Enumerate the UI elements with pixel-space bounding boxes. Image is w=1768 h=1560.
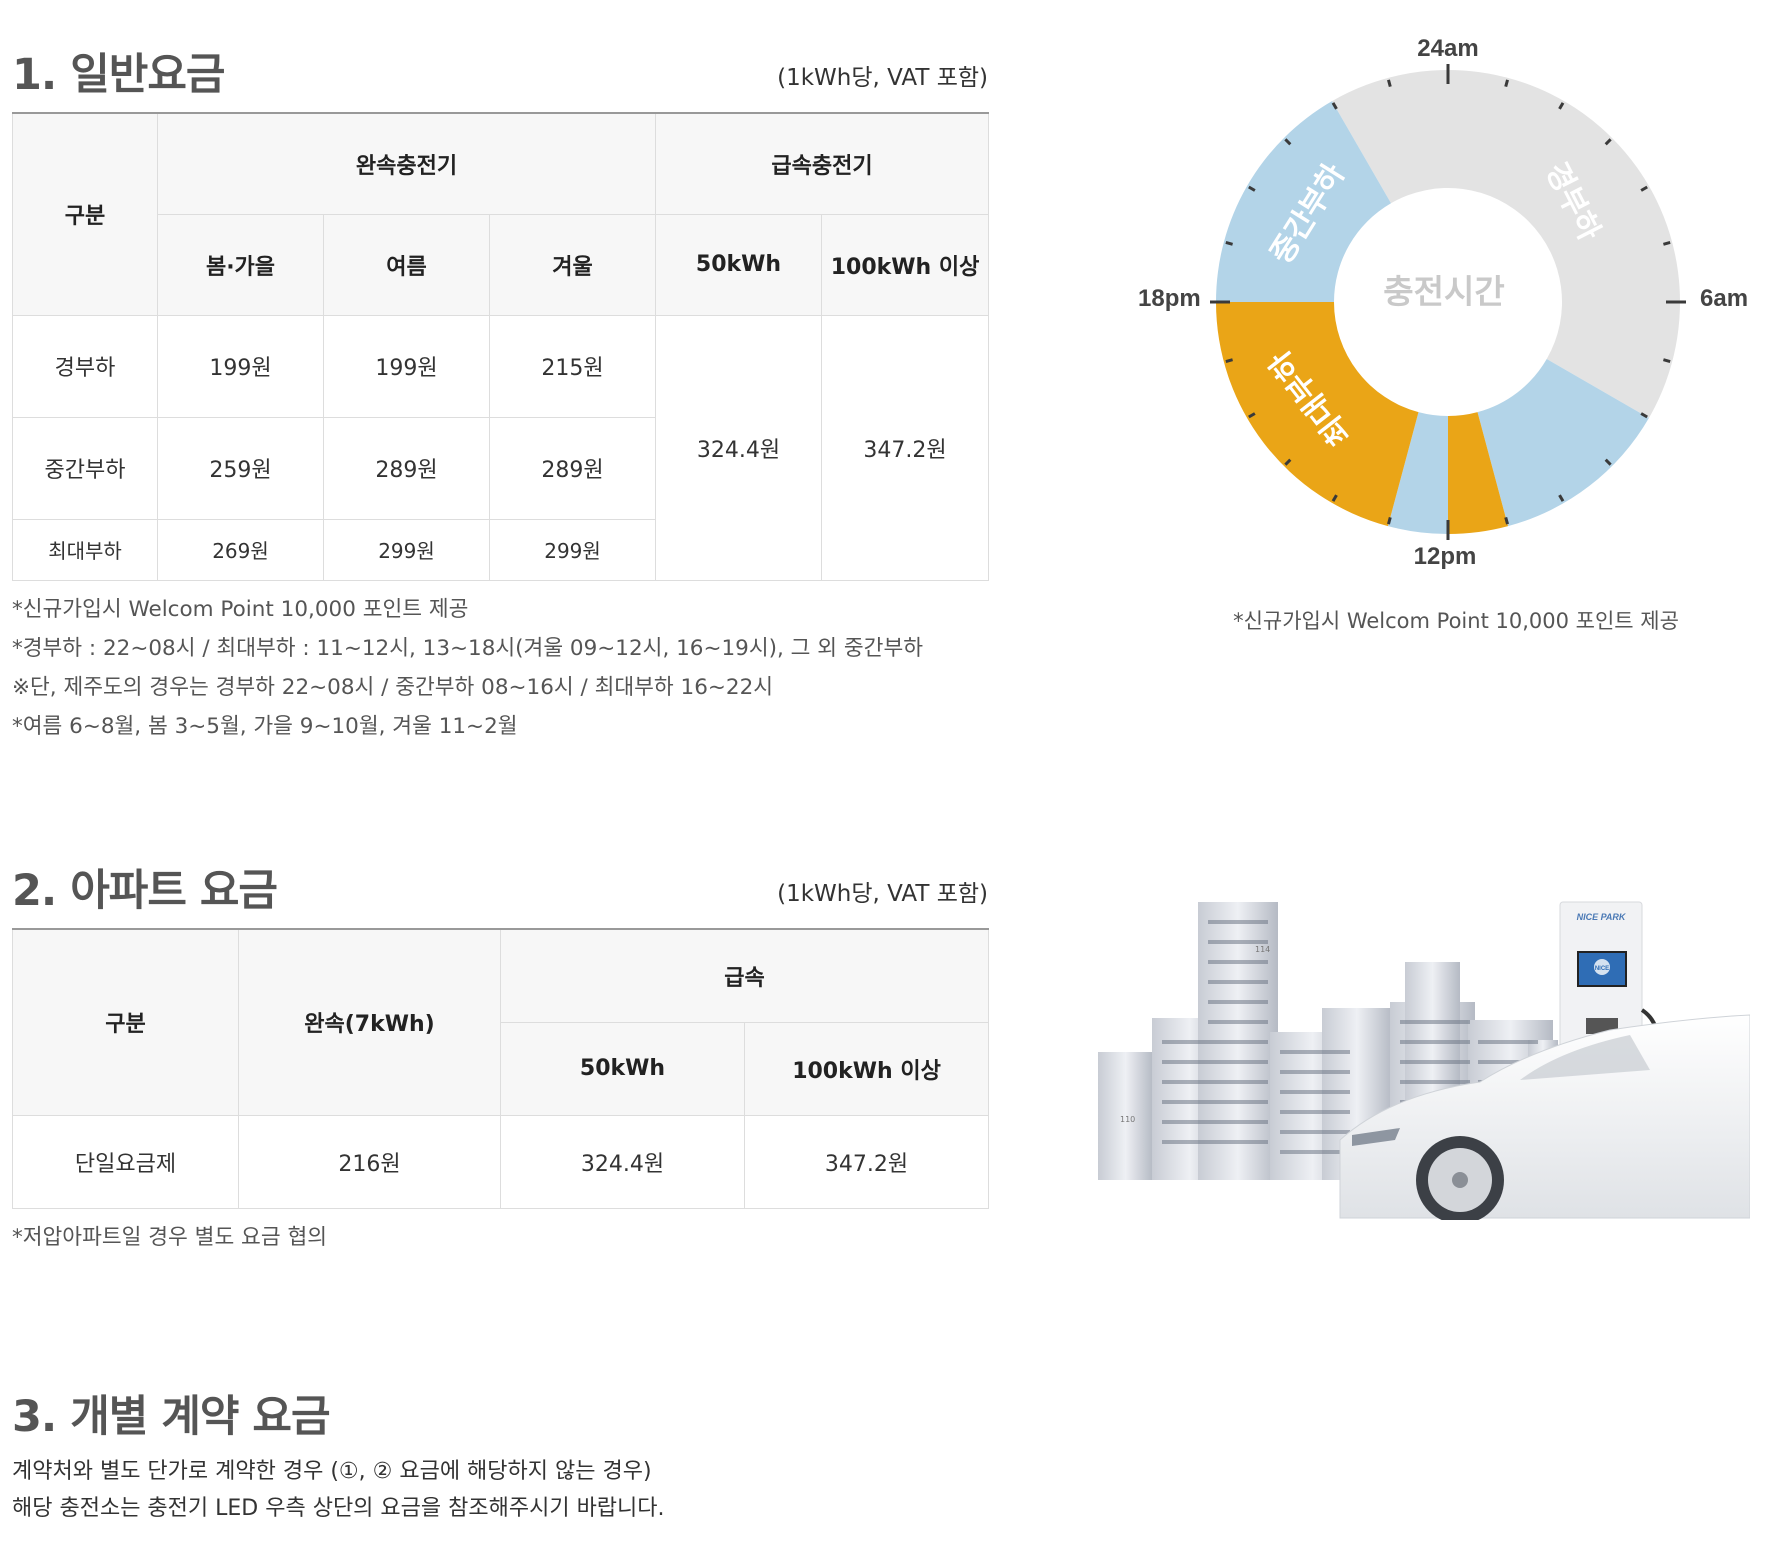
col-header-slow-charger: 완속충전기 [156,112,657,215]
charger-screen-text: NICE [1595,966,1609,972]
off-peak-summer-price: 199원 [323,314,490,418]
charging-time-clock: 24am 6am 12pm 18pm 충전시간 경부하 중간부하 최대부하 *신… [1138,35,1748,633]
clock-label-left: 18pm [1138,285,1201,312]
individual-section-title: 3. 개별 계약 요금 [12,1392,331,1442]
table-row-off-peak: 경부하 199원 199원 215원 324.4원 347.2원 [12,314,990,581]
apt-row-label: 단일요금제 [12,1114,239,1209]
fast-100-price: 347.2원 [821,314,990,581]
clock-tick-1 [1504,79,1509,87]
clock-tick-5 [1663,241,1671,246]
clock-tick-11 [1504,517,1509,525]
clock-tick-17 [1225,358,1233,363]
mid-peak-summer-price: 289원 [323,416,490,520]
clock-segment-off-0 [1332,69,1680,419]
general-note-jeju: ※단, 제주도의 경우는 경부하 22~08시 / 중간부하 08~16시 / … [12,675,774,700]
col-header-winter: 겨울 [488,213,657,316]
apartment-section-title: 2. 아파트 요금 [12,866,278,916]
row-label-off-peak: 경부하 [12,314,158,418]
peak-spring-fall-price: 269원 [157,518,324,581]
col-header-spring-fall: 봄·가을 [157,213,324,316]
building-number-1: 114 [1255,945,1270,954]
apt-col-header-fast-50: 50kWh [500,1021,745,1116]
clock-center-label: 충전시간 [1383,272,1504,311]
apartment-note: *저압아파트일 경우 별도 요금 협의 [12,1225,328,1250]
col-header-fast-100: 100kWh 이상 [821,213,990,316]
clock-tick-7 [1663,358,1671,363]
col-header-summer: 여름 [323,213,490,316]
general-note-welcome-point: *신규가입시 Welcom Point 10,000 포인트 제공 [12,597,469,622]
apartment-unit-note: (1kWh당, VAT 포함) [777,881,988,907]
clock-tick-13 [1387,517,1392,525]
mid-peak-winter-price: 289원 [488,416,657,520]
general-section-title: 1. 일반요금 [12,50,225,100]
apt-col-header-fast: 급속 [499,928,990,1023]
table-row-single-rate: 단일요금제 216원 324.4원 347.2원 [12,1114,990,1209]
mid-peak-spring-fall-price: 259원 [157,416,324,520]
clock-label-top: 24am [1417,35,1478,62]
clock-tick-23 [1387,79,1392,87]
off-peak-spring-fall-price: 199원 [157,314,324,418]
peak-winter-price: 299원 [488,518,657,581]
apt-fast-100-price: 347.2원 [743,1114,990,1209]
col-header-fast-50: 50kWh [655,213,823,316]
clock-tick-19 [1225,241,1233,246]
peak-summer-price: 299원 [323,518,490,581]
general-unit-note: (1kWh당, VAT 포함) [777,65,988,91]
apt-col-header-category: 구분 [12,928,239,1116]
general-note-load-hours: *경부하 : 22~08시 / 최대부하 : 11~12시, 13~18시(겨울… [12,636,924,661]
general-rate-table: 구분 완속충전기 급속충전기 봄·가을 여름 겨울 50kWh 100kWh 이… [12,112,990,581]
apt-slow-price: 216원 [238,1114,501,1209]
apt-fast-50-price: 324.4원 [500,1114,745,1209]
individual-description-line-1: 계약처와 별도 단가로 계약한 경우 (①, ② 요금에 해당하지 않는 경우) [12,1459,652,1484]
row-label-peak: 최대부하 [12,518,158,581]
clock-caption: *신규가입시 Welcom Point 10,000 포인트 제공 [1233,609,1679,633]
row-label-mid-peak: 중간부하 [12,416,158,520]
apartment-rate-table: 구분 완속(7kWh) 급속 50kWh 100kWh 이상 단일요금제 216… [12,928,990,1209]
clock-label-bottom: 12pm [1414,543,1477,570]
off-peak-winter-price: 215원 [488,314,657,418]
apt-col-header-fast-100: 100kWh 이상 [743,1021,990,1116]
charger-brand-label: NICE PARK [1577,912,1627,922]
general-note-seasons: *여름 6~8월, 봄 3~5월, 가을 9~10월, 겨울 11~2월 [12,714,518,739]
apt-col-header-slow: 완속(7kWh) [238,928,501,1116]
col-header-category: 구분 [12,112,158,316]
apartment-charging-illustration: 114 110 NICE PARK NICE [1098,901,1750,1220]
col-header-fast-charger: 급속충전기 [655,112,990,215]
building-number-2: 110 [1120,1115,1135,1124]
individual-description-line-2: 해당 충전소는 충전기 LED 우측 상단의 요금을 참조해주시기 바랍니다. [12,1496,665,1521]
clock-label-right: 6am [1700,285,1748,312]
fast-50-price: 324.4원 [655,314,823,581]
